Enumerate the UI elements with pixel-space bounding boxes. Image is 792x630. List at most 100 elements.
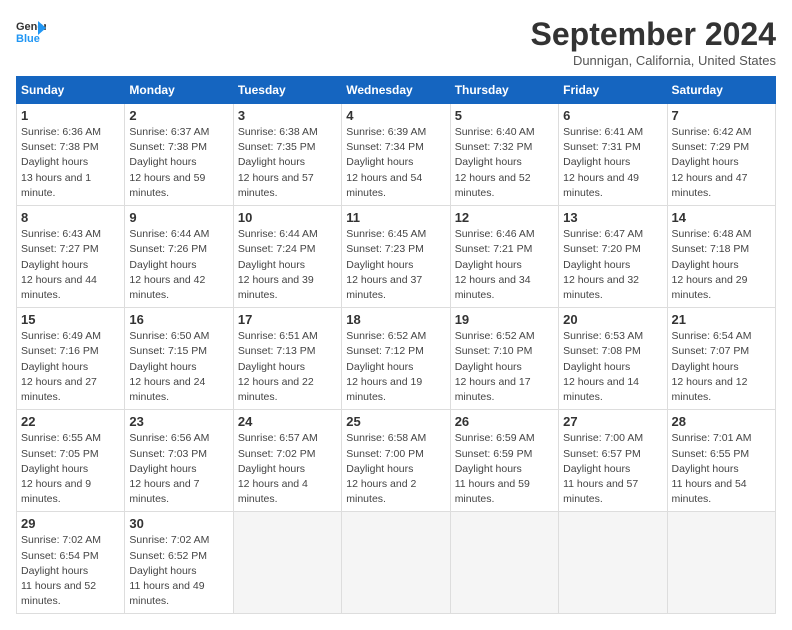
calendar-cell: 11 Sunrise: 6:45 AMSunset: 7:23 PMDayligh…: [342, 206, 450, 308]
calendar-cell: 7 Sunrise: 6:42 AMSunset: 7:29 PMDaylight…: [667, 104, 775, 206]
day-info: Sunrise: 6:37 AMSunset: 7:38 PMDaylight …: [129, 125, 228, 201]
calendar-cell: 24 Sunrise: 6:57 AMSunset: 7:02 PMDayligh…: [233, 410, 341, 512]
calendar-cell: 28 Sunrise: 7:01 AMSunset: 6:55 PMDayligh…: [667, 410, 775, 512]
day-info: Sunrise: 6:46 AMSunset: 7:21 PMDaylight …: [455, 227, 554, 303]
calendar-cell: 14 Sunrise: 6:48 AMSunset: 7:18 PMDayligh…: [667, 206, 775, 308]
day-number: 10: [238, 210, 337, 225]
month-year: September 2024: [531, 16, 776, 53]
calendar-cell: 3Sunrise: 6:38 AMSunset: 7:35 PMDaylight…: [233, 104, 341, 206]
day-number: 20: [563, 312, 662, 327]
page-header: General Blue September 2024 Dunnigan, Ca…: [16, 16, 776, 68]
calendar-cell: 5 Sunrise: 6:40 AMSunset: 7:32 PMDaylight…: [450, 104, 558, 206]
day-info: Sunrise: 6:50 AMSunset: 7:15 PMDaylight …: [129, 329, 228, 405]
day-info: Sunrise: 6:55 AMSunset: 7:05 PMDaylight …: [21, 431, 120, 507]
calendar-cell: 13 Sunrise: 6:47 AMSunset: 7:20 PMDayligh…: [559, 206, 667, 308]
day-info: Sunrise: 6:48 AMSunset: 7:18 PMDaylight …: [672, 227, 771, 303]
calendar-cell: [667, 512, 775, 614]
day-info: Sunrise: 6:49 AMSunset: 7:16 PMDaylight …: [21, 329, 120, 405]
day-number: 9: [129, 210, 228, 225]
day-info: Sunrise: 6:40 AMSunset: 7:32 PMDaylight …: [455, 125, 554, 201]
day-number: 11: [346, 210, 445, 225]
day-info: Sunrise: 6:47 AMSunset: 7:20 PMDaylight …: [563, 227, 662, 303]
day-info: Sunrise: 6:58 AMSunset: 7:00 PMDaylight …: [346, 431, 445, 507]
calendar-week-2: 8 Sunrise: 6:43 AMSunset: 7:27 PMDaylight…: [17, 206, 776, 308]
day-number: 30: [129, 516, 228, 531]
day-number: 8: [21, 210, 120, 225]
day-info: Sunrise: 6:36 AMSunset: 7:38 PMDaylight …: [21, 125, 120, 201]
col-header-friday: Friday: [559, 77, 667, 104]
day-number: 17: [238, 312, 337, 327]
col-header-monday: Monday: [125, 77, 233, 104]
day-info: Sunrise: 6:51 AMSunset: 7:13 PMDaylight …: [238, 329, 337, 405]
day-info: Sunrise: 6:57 AMSunset: 7:02 PMDaylight …: [238, 431, 337, 507]
title-block: September 2024 Dunnigan, California, Uni…: [531, 16, 776, 68]
calendar-cell: 26 Sunrise: 6:59 AMSunset: 6:59 PMDayligh…: [450, 410, 558, 512]
calendar-cell: 10 Sunrise: 6:44 AMSunset: 7:24 PMDayligh…: [233, 206, 341, 308]
day-number: 27: [563, 414, 662, 429]
calendar-cell: 18 Sunrise: 6:52 AMSunset: 7:12 PMDayligh…: [342, 308, 450, 410]
day-number: 5: [455, 108, 554, 123]
logo-icon: General Blue: [16, 16, 46, 46]
calendar-cell: 29 Sunrise: 7:02 AMSunset: 6:54 PMDayligh…: [17, 512, 125, 614]
day-number: 3: [238, 108, 337, 123]
day-info: Sunrise: 7:00 AMSunset: 6:57 PMDaylight …: [563, 431, 662, 507]
day-info: Sunrise: 6:52 AMSunset: 7:12 PMDaylight …: [346, 329, 445, 405]
day-number: 25: [346, 414, 445, 429]
day-info: Sunrise: 6:42 AMSunset: 7:29 PMDaylight …: [672, 125, 771, 201]
calendar-cell: 22 Sunrise: 6:55 AMSunset: 7:05 PMDayligh…: [17, 410, 125, 512]
day-number: 24: [238, 414, 337, 429]
day-info: Sunrise: 6:41 AMSunset: 7:31 PMDaylight …: [563, 125, 662, 201]
svg-text:Blue: Blue: [16, 33, 40, 45]
calendar-cell: 16 Sunrise: 6:50 AMSunset: 7:15 PMDayligh…: [125, 308, 233, 410]
day-info: Sunrise: 7:02 AMSunset: 6:52 PMDaylight …: [129, 533, 228, 609]
calendar-table: SundayMondayTuesdayWednesdayThursdayFrid…: [16, 76, 776, 614]
col-header-sunday: Sunday: [17, 77, 125, 104]
calendar-cell: 8 Sunrise: 6:43 AMSunset: 7:27 PMDaylight…: [17, 206, 125, 308]
day-number: 23: [129, 414, 228, 429]
day-number: 21: [672, 312, 771, 327]
day-number: 1: [21, 108, 120, 123]
day-number: 16: [129, 312, 228, 327]
calendar-cell: 1 Sunrise: 6:36 AMSunset: 7:38 PMDaylight…: [17, 104, 125, 206]
col-header-wednesday: Wednesday: [342, 77, 450, 104]
calendar-cell: [559, 512, 667, 614]
day-number: 12: [455, 210, 554, 225]
day-info: Sunrise: 6:44 AMSunset: 7:24 PMDaylight …: [238, 227, 337, 303]
day-info: Sunrise: 6:52 AMSunset: 7:10 PMDaylight …: [455, 329, 554, 405]
calendar-cell: 12 Sunrise: 6:46 AMSunset: 7:21 PMDayligh…: [450, 206, 558, 308]
day-info: Sunrise: 6:54 AMSunset: 7:07 PMDaylight …: [672, 329, 771, 405]
calendar-cell: 25 Sunrise: 6:58 AMSunset: 7:00 PMDayligh…: [342, 410, 450, 512]
day-info: Sunrise: 7:01 AMSunset: 6:55 PMDaylight …: [672, 431, 771, 507]
calendar-week-5: 29 Sunrise: 7:02 AMSunset: 6:54 PMDayligh…: [17, 512, 776, 614]
day-number: 18: [346, 312, 445, 327]
day-number: 28: [672, 414, 771, 429]
calendar-cell: 17 Sunrise: 6:51 AMSunset: 7:13 PMDayligh…: [233, 308, 341, 410]
calendar-cell: [450, 512, 558, 614]
calendar-cell: 4Sunrise: 6:39 AMSunset: 7:34 PMDaylight…: [342, 104, 450, 206]
calendar-week-1: 1 Sunrise: 6:36 AMSunset: 7:38 PMDaylight…: [17, 104, 776, 206]
day-info: Sunrise: 7:02 AMSunset: 6:54 PMDaylight …: [21, 533, 120, 609]
day-info: Sunrise: 6:45 AMSunset: 7:23 PMDaylight …: [346, 227, 445, 303]
calendar-cell: 23Sunrise: 6:56 AMSunset: 7:03 PMDayligh…: [125, 410, 233, 512]
day-number: 15: [21, 312, 120, 327]
day-number: 22: [21, 414, 120, 429]
day-info: Sunrise: 6:53 AMSunset: 7:08 PMDaylight …: [563, 329, 662, 405]
day-number: 13: [563, 210, 662, 225]
calendar-cell: 6Sunrise: 6:41 AMSunset: 7:31 PMDaylight…: [559, 104, 667, 206]
calendar-cell: 20 Sunrise: 6:53 AMSunset: 7:08 PMDayligh…: [559, 308, 667, 410]
col-header-thursday: Thursday: [450, 77, 558, 104]
day-number: 19: [455, 312, 554, 327]
day-number: 4: [346, 108, 445, 123]
day-number: 7: [672, 108, 771, 123]
day-number: 2: [129, 108, 228, 123]
day-info: Sunrise: 6:59 AMSunset: 6:59 PMDaylight …: [455, 431, 554, 507]
day-number: 14: [672, 210, 771, 225]
col-header-tuesday: Tuesday: [233, 77, 341, 104]
calendar-cell: 30 Sunrise: 7:02 AMSunset: 6:52 PMDayligh…: [125, 512, 233, 614]
day-info: Sunrise: 6:44 AMSunset: 7:26 PMDaylight …: [129, 227, 228, 303]
day-info: Sunrise: 6:43 AMSunset: 7:27 PMDaylight …: [21, 227, 120, 303]
calendar-cell: 9 Sunrise: 6:44 AMSunset: 7:26 PMDaylight…: [125, 206, 233, 308]
day-number: 26: [455, 414, 554, 429]
day-number: 29: [21, 516, 120, 531]
calendar-cell: 21 Sunrise: 6:54 AMSunset: 7:07 PMDayligh…: [667, 308, 775, 410]
